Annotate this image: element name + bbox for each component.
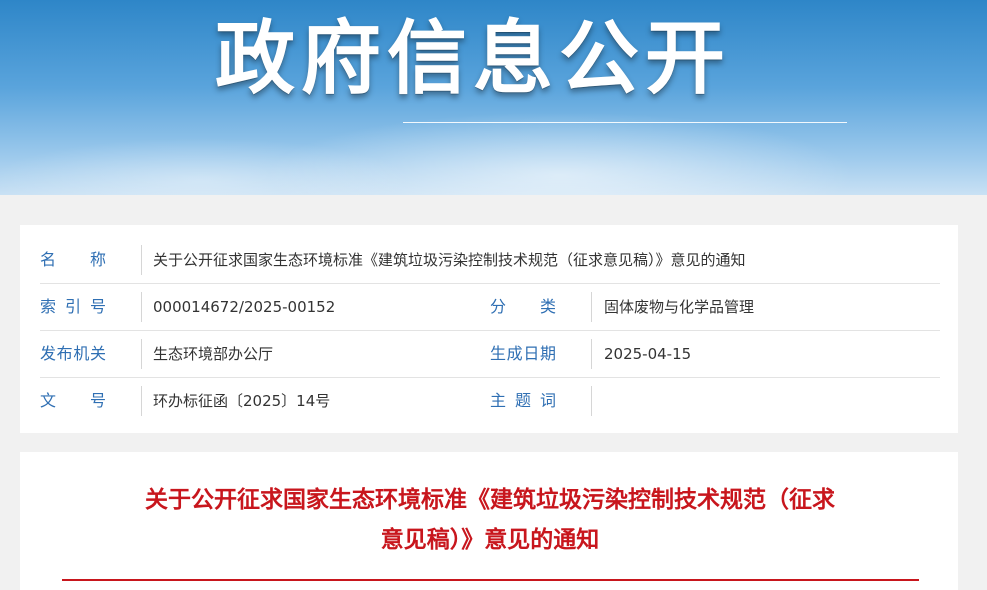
name-value: 关于公开征求国家生态环境标准《建筑垃圾污染控制技术规范（征求意见稿）》意见的通知 — [153, 251, 746, 269]
docno-label: 文号 — [40, 391, 106, 410]
document-content: 关于公开征求国家生态环境标准《建筑垃圾污染控制技术规范（征求 意见稿）》意见的通… — [20, 452, 958, 590]
name-label: 名称 — [40, 250, 106, 269]
issuer-value: 生态环境部办公厅 — [153, 345, 274, 363]
subject-label: 主题词 — [490, 391, 556, 410]
divider — [141, 292, 142, 322]
banner-title: 政府信息公开 — [215, 12, 731, 105]
metadata-table: 名称 关于公开征求国家生态环境标准《建筑垃圾污染控制技术规范（征求意见稿）》意见… — [20, 225, 958, 433]
header-banner: 政府信息公开 — [0, 0, 987, 195]
divider — [591, 386, 592, 416]
date-value: 2025-04-15 — [604, 345, 692, 363]
date-label: 生成日期 — [490, 344, 556, 363]
document-title-line-2: 意见稿）》意见的通知 — [380, 527, 600, 553]
divider — [141, 386, 142, 416]
issuer-label: 发布机关 — [40, 344, 106, 363]
banner-divider — [403, 122, 847, 123]
divider — [591, 292, 592, 322]
divider — [141, 339, 142, 369]
index-label: 索引号 — [40, 297, 106, 316]
row-name: 名称 关于公开征求国家生态环境标准《建筑垃圾污染控制技术规范（征求意见稿）》意见… — [40, 237, 940, 284]
category-value: 固体废物与化学品管理 — [604, 298, 755, 316]
index-value: 000014672/2025-00152 — [153, 298, 336, 316]
document-title-line-1: 关于公开征求国家生态环境标准《建筑垃圾污染控制技术规范（征求 — [145, 487, 835, 513]
docno-value: 环办标征函〔2025〕14号 — [153, 392, 331, 410]
row-issuer: 发布机关 生态环境部办公厅 生成日期 2025-04-15 — [40, 331, 940, 378]
row-docno: 文号 环办标征函〔2025〕14号 主题词 — [40, 378, 940, 424]
category-label: 分类 — [490, 297, 556, 316]
title-divider — [62, 579, 919, 581]
divider — [591, 339, 592, 369]
document-title: 关于公开征求国家生态环境标准《建筑垃圾污染控制技术规范（征求 意见稿）》意见的通… — [100, 480, 880, 560]
row-index: 索引号 000014672/2025-00152 分类 固体废物与化学品管理 — [40, 284, 940, 331]
divider — [141, 245, 142, 275]
